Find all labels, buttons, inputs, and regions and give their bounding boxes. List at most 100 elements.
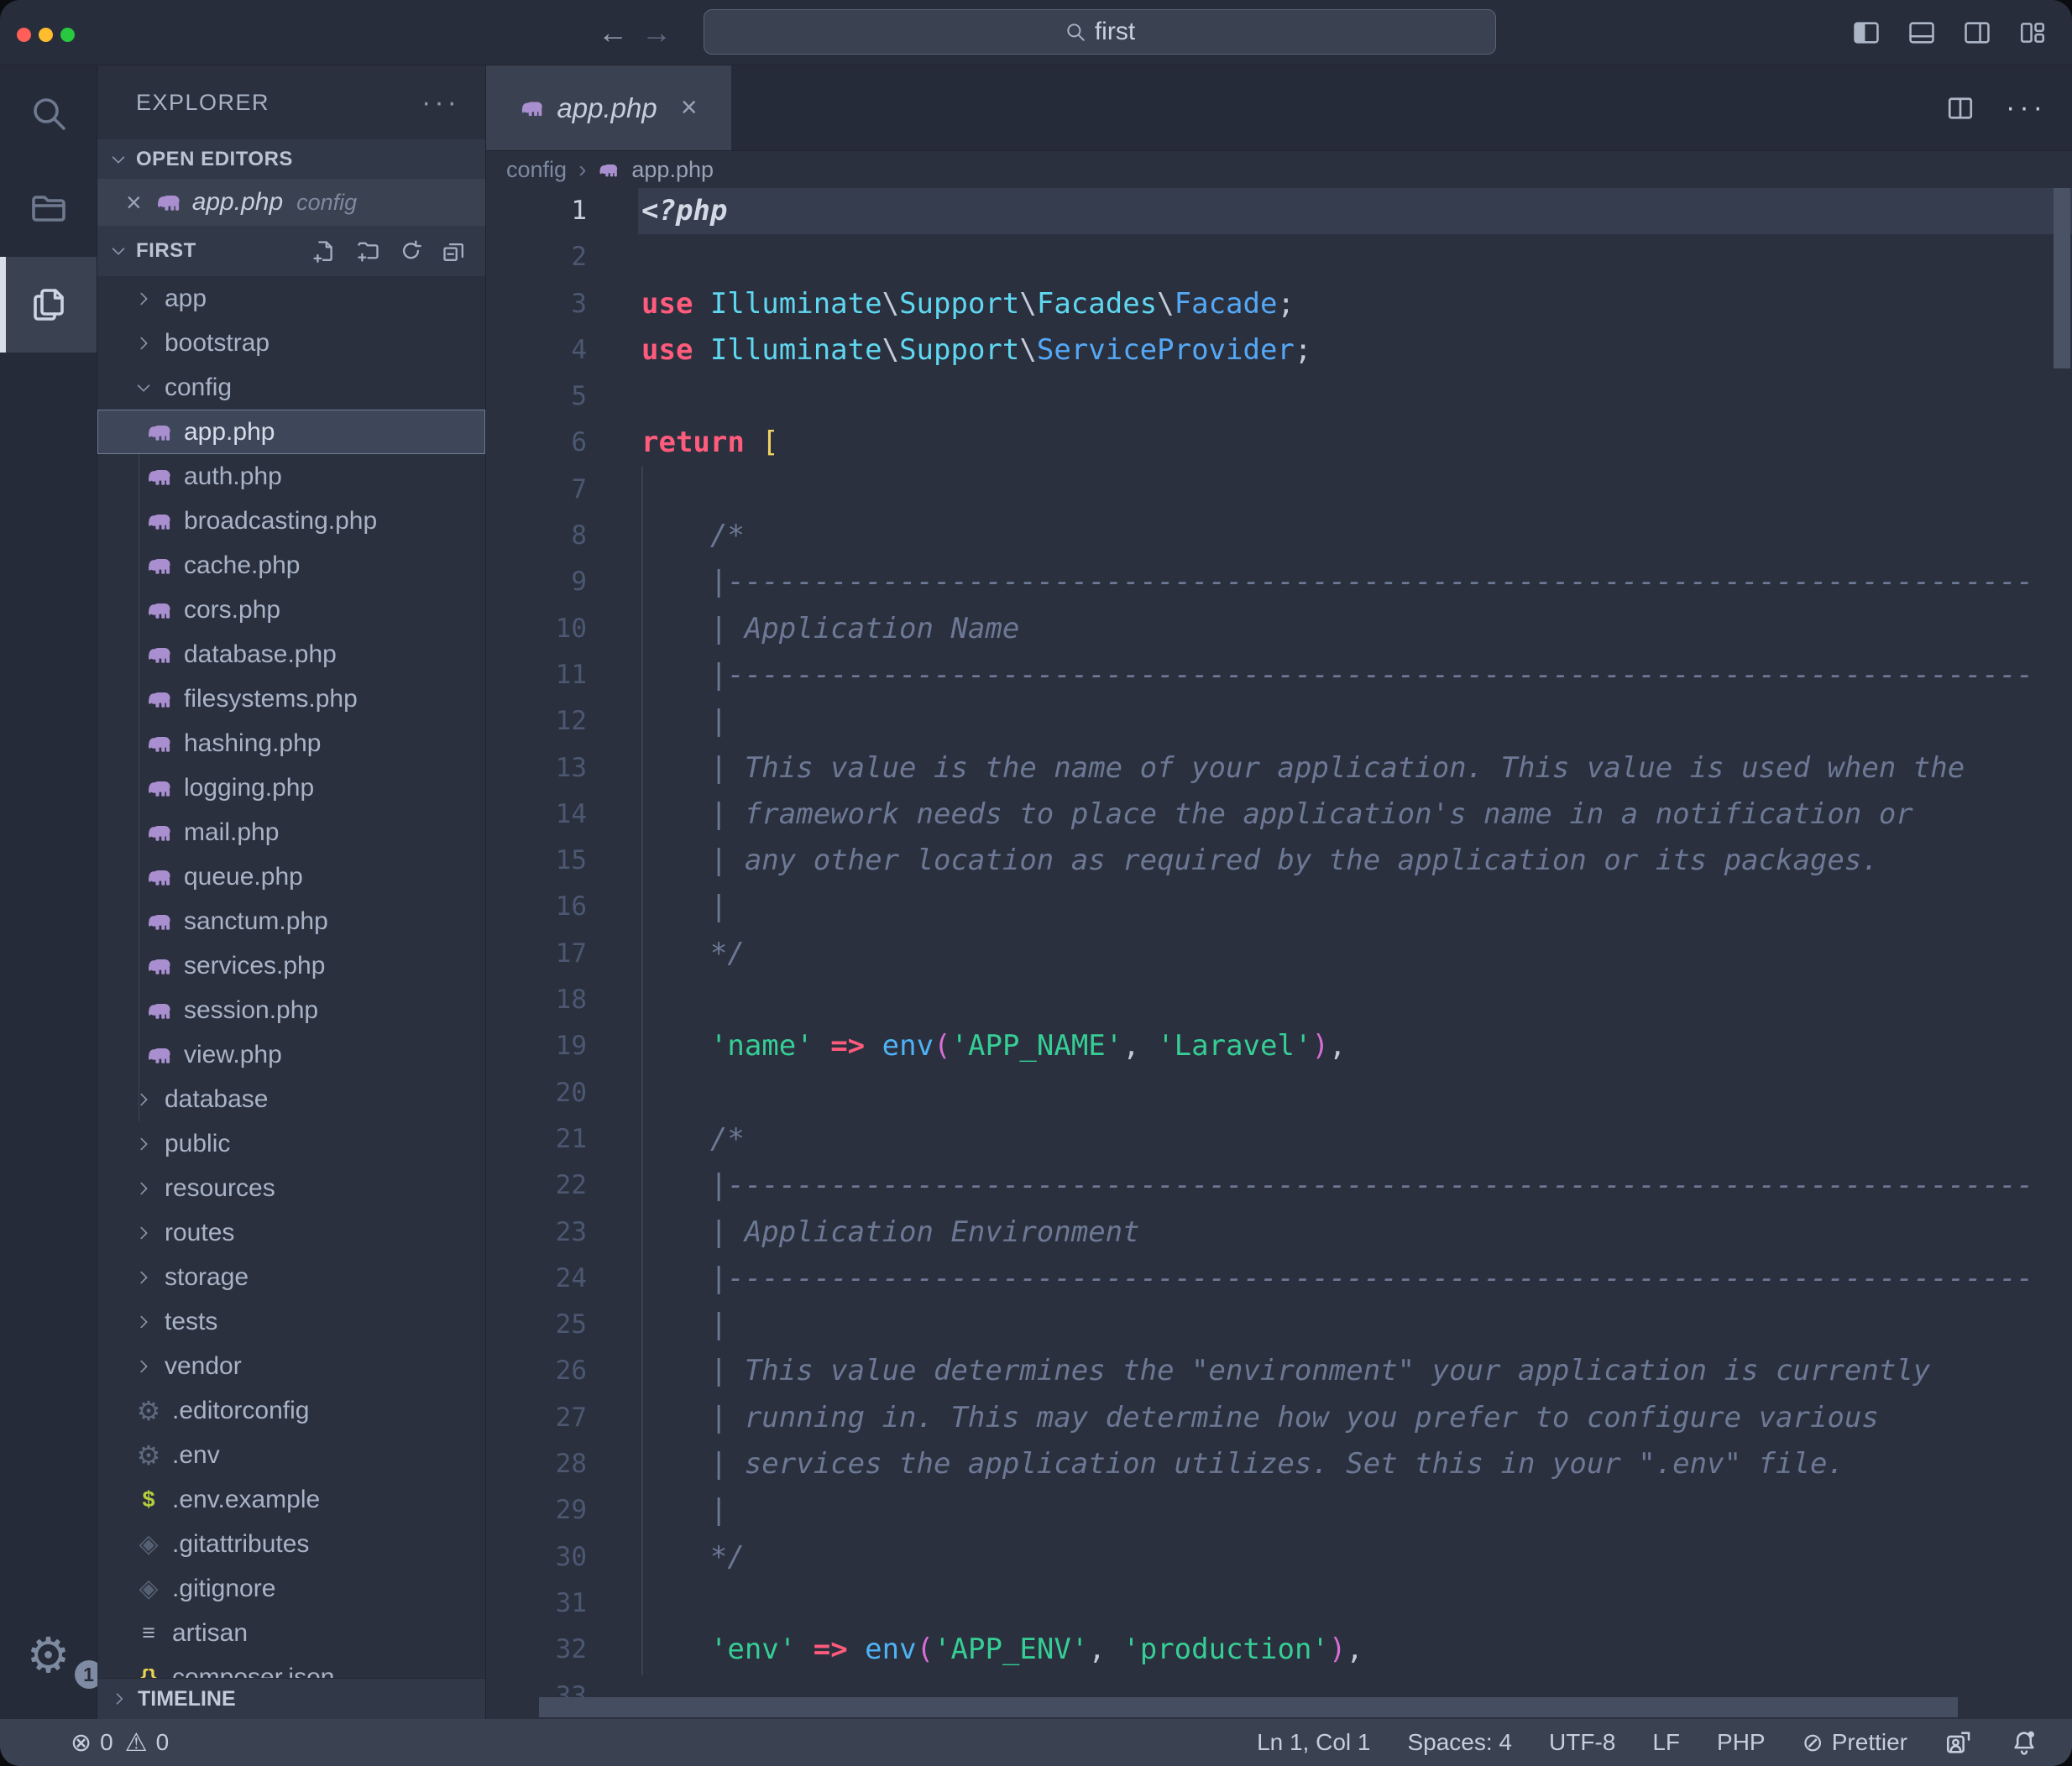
toggle-panel-icon[interactable] bbox=[1906, 18, 1938, 47]
tree-folder-tests[interactable]: tests bbox=[97, 1299, 485, 1344]
line-number[interactable]: 25 bbox=[486, 1302, 587, 1348]
line-number[interactable]: 9 bbox=[486, 559, 587, 605]
line-number[interactable]: 8 bbox=[486, 513, 587, 559]
code-line-17[interactable]: 17 */ bbox=[486, 931, 2072, 977]
line-number[interactable]: 11 bbox=[486, 652, 587, 698]
tree-file-logging.php[interactable]: logging.php bbox=[97, 765, 485, 810]
language-mode[interactable]: PHP bbox=[1717, 1729, 1766, 1756]
editor-more-actions-icon[interactable]: ··· bbox=[2006, 91, 2047, 124]
line-number[interactable]: 5 bbox=[486, 374, 587, 420]
close-icon[interactable]: × bbox=[126, 187, 142, 218]
tree-file-mail.php[interactable]: mail.php bbox=[97, 810, 485, 854]
line-number[interactable]: 20 bbox=[486, 1070, 587, 1116]
line-number[interactable]: 28 bbox=[486, 1441, 587, 1487]
forward-button[interactable]: → bbox=[641, 15, 672, 50]
tree-file-artisan[interactable]: ≡artisan bbox=[97, 1611, 485, 1655]
open-editor-item-app-php[interactable]: × app.php config bbox=[97, 179, 485, 226]
tab-app-php[interactable]: app.php × bbox=[486, 65, 731, 150]
breadcrumb[interactable]: config › app.php bbox=[486, 151, 2072, 188]
tree-file-broadcasting.php[interactable]: broadcasting.php bbox=[97, 499, 485, 543]
minimize-window-button[interactable] bbox=[39, 28, 53, 42]
tree-file-cache.php[interactable]: cache.php bbox=[97, 543, 485, 588]
line-number[interactable]: 6 bbox=[486, 420, 587, 466]
eol-sequence[interactable]: LF bbox=[1652, 1729, 1680, 1756]
indentation[interactable]: Spaces: 4 bbox=[1407, 1729, 1512, 1756]
code-line-19[interactable]: 19 'name' => env('APP_NAME', 'Laravel'), bbox=[486, 1023, 2072, 1069]
line-number[interactable]: 12 bbox=[486, 698, 587, 745]
line-number[interactable]: 3 bbox=[486, 281, 587, 327]
explorer-more-actions-icon[interactable]: ··· bbox=[421, 86, 460, 119]
tree-file-session.php[interactable]: session.php bbox=[97, 988, 485, 1032]
refresh-explorer-icon[interactable] bbox=[398, 238, 424, 264]
line-number[interactable]: 17 bbox=[486, 931, 587, 977]
line-number[interactable]: 13 bbox=[486, 745, 587, 792]
code-line-3[interactable]: 3use Illuminate\Support\Facades\Facade; bbox=[486, 281, 2072, 327]
code-line-18[interactable]: 18 bbox=[486, 977, 2072, 1023]
line-number[interactable]: 14 bbox=[486, 792, 587, 838]
code-line-7[interactable]: 7 bbox=[486, 467, 2072, 513]
line-number[interactable]: 21 bbox=[486, 1116, 587, 1163]
line-number[interactable]: 23 bbox=[486, 1210, 587, 1256]
code-line-32[interactable]: 32 'env' => env('APP_ENV', 'production')… bbox=[486, 1627, 2072, 1673]
line-number[interactable]: 7 bbox=[486, 467, 587, 513]
code-line-9[interactable]: 9 |-------------------------------------… bbox=[486, 559, 2072, 605]
code-line-4[interactable]: 4use Illuminate\Support\ServiceProvider; bbox=[486, 327, 2072, 374]
tree-file-view.php[interactable]: view.php bbox=[97, 1032, 485, 1077]
new-file-icon[interactable] bbox=[312, 238, 338, 264]
tree-file-.editorconfig[interactable]: ⚙.editorconfig bbox=[97, 1388, 485, 1433]
tree-file-.gitattributes[interactable]: ◈.gitattributes bbox=[97, 1522, 485, 1566]
code-line-20[interactable]: 20 bbox=[486, 1070, 2072, 1116]
tree-file-cors.php[interactable]: cors.php bbox=[97, 588, 485, 632]
tree-file-services.php[interactable]: services.php bbox=[97, 943, 485, 988]
cursor-position[interactable]: Ln 1, Col 1 bbox=[1257, 1729, 1370, 1756]
horizontal-scrollbar[interactable] bbox=[539, 1697, 1958, 1717]
code-editor[interactable]: 1<?php23use Illuminate\Support\Facades\F… bbox=[486, 188, 2072, 1719]
line-number[interactable]: 4 bbox=[486, 327, 587, 374]
tree-file-sanctum.php[interactable]: sanctum.php bbox=[97, 899, 485, 943]
tree-file-.env.example[interactable]: $.env.example bbox=[97, 1477, 485, 1522]
tree-file-composer.json[interactable]: {}composer.json bbox=[97, 1655, 485, 1679]
line-number[interactable]: 10 bbox=[486, 606, 587, 652]
prettier-status[interactable]: ⊘ Prettier bbox=[1803, 1728, 1907, 1758]
tree-folder-storage[interactable]: storage bbox=[97, 1255, 485, 1299]
tree-folder-vendor[interactable]: vendor bbox=[97, 1344, 485, 1388]
code-line-14[interactable]: 14 | framework needs to place the applic… bbox=[486, 792, 2072, 838]
line-number[interactable]: 27 bbox=[486, 1395, 587, 1441]
back-button[interactable]: ← bbox=[598, 15, 628, 50]
settings-button[interactable]: ⚙1 bbox=[0, 1632, 97, 1680]
tree-file-.gitignore[interactable]: ◈.gitignore bbox=[97, 1566, 485, 1611]
line-number[interactable]: 2 bbox=[486, 234, 587, 280]
tree-file-database.php[interactable]: database.php bbox=[97, 632, 485, 677]
line-number[interactable]: 16 bbox=[486, 884, 587, 930]
line-number[interactable]: 22 bbox=[486, 1163, 587, 1209]
line-number[interactable]: 24 bbox=[486, 1256, 587, 1302]
activity-search-item[interactable] bbox=[0, 65, 97, 161]
code-line-1[interactable]: 1<?php bbox=[486, 188, 2072, 234]
customize-layout-icon[interactable] bbox=[2017, 18, 2048, 47]
breadcrumb-file[interactable]: app.php bbox=[631, 157, 714, 183]
line-number[interactable]: 32 bbox=[486, 1627, 587, 1673]
tree-folder-public[interactable]: public bbox=[97, 1121, 485, 1166]
line-number[interactable]: 31 bbox=[486, 1581, 587, 1627]
project-section-header[interactable]: FIRST bbox=[97, 226, 485, 276]
code-line-6[interactable]: 6return [ bbox=[486, 420, 2072, 466]
line-number[interactable]: 29 bbox=[486, 1487, 587, 1533]
code-line-27[interactable]: 27 | running in. This may determine how … bbox=[486, 1395, 2072, 1441]
code-line-15[interactable]: 15 | any other location as required by t… bbox=[486, 838, 2072, 884]
code-line-23[interactable]: 23 | Application Environment bbox=[486, 1210, 2072, 1256]
collapse-folders-icon[interactable] bbox=[441, 238, 467, 264]
toggle-secondary-sidebar-icon[interactable] bbox=[1961, 18, 1993, 47]
tree-folder-bootstrap[interactable]: bootstrap bbox=[97, 321, 485, 365]
code-line-28[interactable]: 28 | services the application utilizes. … bbox=[486, 1441, 2072, 1487]
open-editors-header[interactable]: OPEN EDITORS bbox=[97, 139, 485, 179]
line-number[interactable]: 19 bbox=[486, 1023, 587, 1069]
maximize-window-button[interactable] bbox=[60, 28, 75, 42]
code-line-21[interactable]: 21 /* bbox=[486, 1116, 2072, 1163]
vertical-scrollbar[interactable] bbox=[2054, 188, 2070, 368]
code-line-12[interactable]: 12 | bbox=[486, 698, 2072, 745]
code-line-30[interactable]: 30 */ bbox=[486, 1534, 2072, 1581]
new-folder-icon[interactable] bbox=[355, 238, 381, 264]
line-number[interactable]: 1 bbox=[486, 188, 587, 234]
feedback-icon[interactable] bbox=[1944, 1728, 1973, 1757]
activity-explorer-item[interactable] bbox=[0, 257, 97, 353]
